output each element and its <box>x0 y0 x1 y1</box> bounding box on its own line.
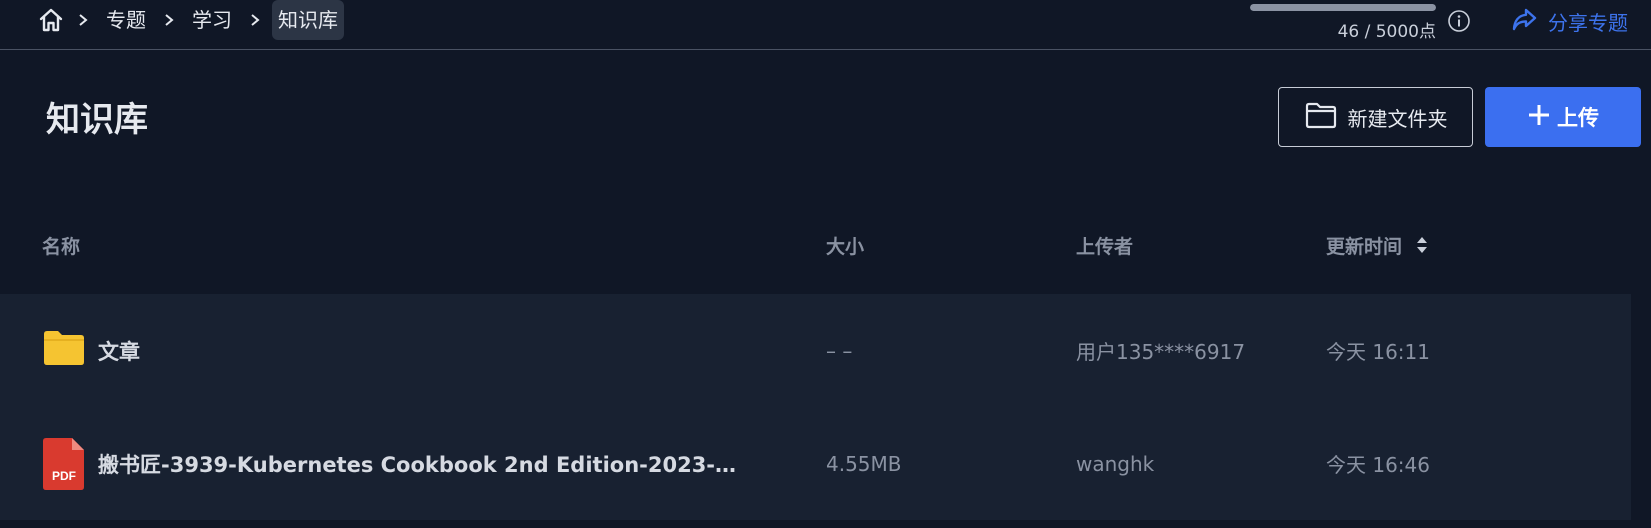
upload-label: 上传 <box>1557 106 1599 130</box>
breadcrumb-item-study[interactable]: 学习 <box>186 0 238 40</box>
file-list: 文章 – – 用户135****6917 今天 16:11 PDF 搬书匠-39… <box>0 294 1631 520</box>
file-size: 4.55MB <box>826 451 902 476</box>
breadcrumb-item-topic[interactable]: 专题 <box>100 0 152 40</box>
file-name[interactable]: 搬书匠-3939-Kubernetes Cookbook 2nd Edition… <box>98 449 748 479</box>
name-cell: PDF 搬书匠-3939-Kubernetes Cookbook 2nd Edi… <box>42 407 748 520</box>
file-updated-time: 今天 16:46 <box>1326 453 1430 477</box>
column-header-uploader[interactable]: 上传者 <box>1076 232 1133 259</box>
file-uploader: 用户135****6917 <box>1076 340 1246 364</box>
quota-meter: 46 / 5000点 <box>1250 4 1440 42</box>
home-icon[interactable] <box>36 5 66 35</box>
file-name[interactable]: 文章 <box>98 336 140 366</box>
new-folder-label: 新建文件夹 <box>1347 106 1448 131</box>
column-header-updated-label: 更新时间 <box>1326 236 1403 258</box>
folder-outline-icon <box>1304 100 1338 134</box>
page-title: 知识库 <box>46 100 148 140</box>
share-topic-button[interactable]: 分享专题 <box>1510 5 1628 37</box>
breadcrumb: 专题 学习 知识库 <box>36 0 344 40</box>
column-header-size[interactable]: 大小 <box>826 232 864 259</box>
info-icon[interactable] <box>1447 9 1471 33</box>
breadcrumb-item-knowledge-base[interactable]: 知识库 <box>272 0 344 40</box>
sort-icon[interactable] <box>1415 235 1429 260</box>
table-row[interactable]: 文章 – – 用户135****6917 今天 16:11 <box>0 294 1631 407</box>
chevron-right-icon <box>66 5 100 35</box>
name-cell: 文章 <box>42 294 140 407</box>
table-header: 名称 大小 上传者 更新时间 <box>0 218 1651 274</box>
pdf-icon-label: PDF <box>52 468 76 483</box>
share-icon <box>1510 5 1538 37</box>
chevron-right-icon <box>152 5 186 35</box>
top-bar: 专题 学习 知识库 46 / 5000点 分享专题 <box>0 0 1651 50</box>
plus-icon <box>1527 103 1551 131</box>
file-updated-time: 今天 16:11 <box>1326 340 1430 364</box>
file-uploader: wanghk <box>1076 451 1155 476</box>
column-header-name[interactable]: 名称 <box>42 232 80 259</box>
folder-icon <box>42 330 86 371</box>
file-size: – – <box>826 338 853 363</box>
quota-progress-track <box>1250 4 1436 11</box>
pdf-file-icon: PDF <box>42 437 86 491</box>
chevron-right-icon <box>238 5 272 35</box>
table-row[interactable]: PDF 搬书匠-3939-Kubernetes Cookbook 2nd Edi… <box>0 407 1631 520</box>
quota-text: 46 / 5000点 <box>1337 22 1436 42</box>
share-topic-label: 分享专题 <box>1548 10 1628 35</box>
quota-progress-fill <box>1250 4 1436 11</box>
new-folder-button[interactable]: 新建文件夹 <box>1278 87 1473 147</box>
column-header-updated[interactable]: 更新时间 <box>1326 232 1429 260</box>
upload-button[interactable]: 上传 <box>1485 87 1641 147</box>
